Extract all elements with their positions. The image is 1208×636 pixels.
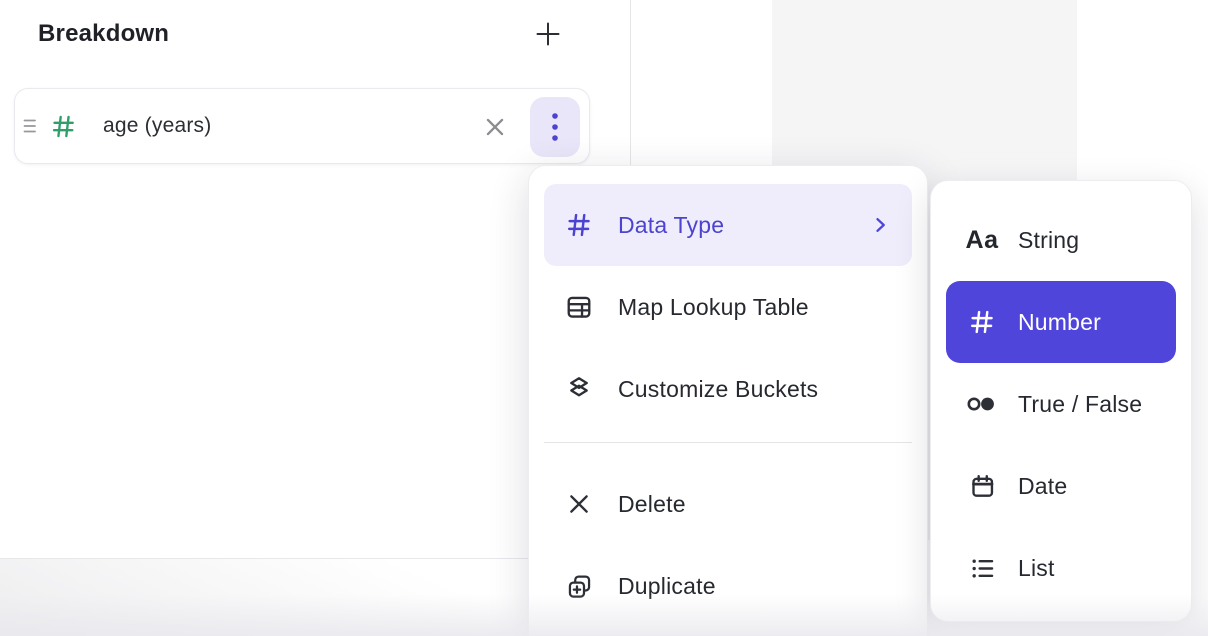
- submenu-item-number[interactable]: Number: [946, 281, 1176, 363]
- menu-item-duplicate[interactable]: Duplicate: [544, 545, 912, 627]
- submenu-item-date[interactable]: Date: [946, 445, 1176, 527]
- field-options-menu: Data Type Map Lookup Table Customize Buc…: [528, 165, 928, 636]
- aa-icon: Aa: [964, 226, 1000, 255]
- submenu-item-true-false[interactable]: True / False: [946, 363, 1176, 445]
- menu-divider: [544, 442, 912, 443]
- remove-field-button[interactable]: [481, 113, 509, 141]
- table-icon: [562, 293, 596, 321]
- page-title: Breakdown: [38, 20, 169, 48]
- menu-item-delete[interactable]: Delete: [544, 463, 912, 545]
- panel-header: Breakdown: [38, 14, 566, 54]
- breakdown-field-chip[interactable]: age (years): [14, 88, 590, 164]
- plus-icon: [533, 19, 563, 49]
- stack-icon: [562, 375, 596, 403]
- kebab-vertical-icon: [550, 111, 560, 143]
- submenu-item-list[interactable]: List: [946, 527, 1176, 609]
- boolean-circles-icon: [964, 391, 1000, 417]
- hash-icon: [50, 113, 77, 140]
- bullet-list-icon: [964, 555, 1000, 582]
- duplicate-icon: [562, 573, 596, 600]
- field-options-button[interactable]: [530, 97, 580, 157]
- drag-handle-icon[interactable]: [22, 116, 38, 136]
- submenu-item-string[interactable]: Aa String: [946, 199, 1176, 281]
- menu-item-data-type[interactable]: Data Type: [544, 184, 912, 266]
- data-type-submenu: Aa String Number True / False Date: [930, 180, 1192, 622]
- add-breakdown-button[interactable]: [530, 16, 566, 52]
- field-name-label: age (years): [103, 114, 211, 138]
- hash-icon: [562, 211, 596, 239]
- x-icon: [562, 491, 596, 517]
- calendar-icon: [964, 473, 1000, 500]
- x-icon: [482, 114, 508, 140]
- hash-icon: [964, 308, 1000, 336]
- menu-item-customize-buckets[interactable]: Customize Buckets: [544, 348, 912, 430]
- menu-item-map-lookup-table[interactable]: Map Lookup Table: [544, 266, 912, 348]
- chevron-right-icon: [870, 215, 890, 235]
